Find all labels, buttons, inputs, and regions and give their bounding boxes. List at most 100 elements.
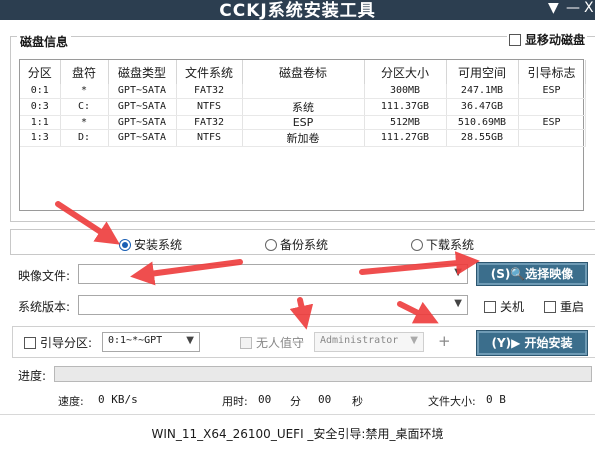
chevron-down-icon[interactable]: ▼ (454, 298, 462, 309)
chevron-down-icon[interactable]: ▼ (454, 267, 462, 278)
checkbox-icon[interactable] (240, 336, 252, 349)
table-cell: 1:3 (20, 129, 61, 147)
column-header[interactable]: 分区 (20, 60, 61, 84)
table-cell (518, 129, 586, 147)
table-row[interactable]: 0:3 C: GPT~SATA NTFS 系统 111.37GB 36.47GB (20, 98, 586, 116)
close-button[interactable]: X (584, 0, 594, 16)
dropdown-icon[interactable]: ▼ (548, 0, 559, 16)
column-header[interactable]: 文件系统 (176, 60, 243, 84)
radio-icon[interactable] (411, 238, 423, 251)
download-system-radio[interactable]: 下载系统 (411, 236, 474, 253)
unattended-label: 无人值守 (256, 336, 305, 350)
table-row[interactable]: 0:1 * GPT~SATA FAT32 300MB 247.1MB ESP (20, 84, 586, 99)
file-size-label: 文件大小: (428, 395, 476, 408)
table-cell: 111.37GB (364, 98, 447, 116)
unattended-checkbox[interactable]: 无人值守 (240, 334, 304, 351)
column-header[interactable]: 盘符 (60, 60, 109, 84)
table-row[interactable]: 1:3 D: GPT~SATA NTFS 新加卷 111.27GB 28.55G… (20, 129, 586, 147)
system-version-label: 系统版本: (18, 300, 71, 314)
column-header[interactable]: 磁盘类型 (108, 60, 177, 84)
table-cell: FAT32 (176, 84, 243, 99)
table-cell: GPT~SATA (108, 115, 177, 130)
table-cell: 512MB (364, 115, 447, 130)
checkbox-icon[interactable] (24, 336, 36, 349)
show-usb-disk-label: 显移动磁盘 (524, 33, 585, 47)
backup-system-label: 备份系统 (280, 238, 329, 252)
disk-table[interactable]: 分区 盘符 磁盘类型 文件系统 磁盘卷标 分区大小 可用空间 引导标志 0:1 … (19, 59, 586, 211)
disk-info-group: 磁盘信息 显移动磁盘 分区 盘符 磁盘类型 文件系统 磁盘卷标 分区大小 可用空… (10, 31, 595, 222)
table-cell: C: (60, 98, 109, 116)
speed-label: 速度: (58, 395, 84, 408)
column-header[interactable]: 分区大小 (364, 60, 447, 84)
checkbox-icon[interactable] (508, 33, 521, 46)
elapsed-minutes: 00 (258, 393, 272, 406)
shutdown-label: 关机 (500, 300, 525, 314)
table-cell: 系统 (242, 98, 365, 116)
window-title: CCKJ系统安装工具 (219, 1, 376, 21)
file-size-value: 0 B (486, 393, 506, 406)
checkbox-icon[interactable] (544, 300, 556, 313)
table-cell: D: (60, 129, 109, 147)
image-file-select[interactable]: ▼ (78, 264, 468, 284)
minimize-button[interactable]: — (566, 0, 580, 16)
table-cell: 0:3 (20, 98, 61, 116)
progress-label: 进度: (18, 369, 47, 383)
footer-divider (0, 414, 595, 415)
table-cell: GPT~SATA (108, 98, 177, 116)
table-cell: 1:1 (20, 115, 61, 130)
checkbox-icon[interactable] (484, 300, 496, 313)
table-cell: 111.27GB (364, 129, 447, 147)
table-cell: * (60, 84, 109, 99)
table-cell: 300MB (364, 84, 447, 99)
select-image-button[interactable]: (S)🔍选择映像 (476, 262, 588, 286)
image-file-label: 映像文件: (18, 269, 71, 283)
table-cell: 36.47GB (446, 98, 519, 116)
shutdown-checkbox[interactable]: 关机 (484, 298, 524, 315)
table-cell (518, 98, 586, 116)
table-cell: 28.55GB (446, 129, 519, 147)
table-cell: 0:1 (20, 84, 61, 99)
minutes-unit: 分 (290, 395, 301, 408)
add-icon[interactable]: + (438, 332, 451, 350)
chevron-down-icon[interactable]: ▼ (410, 335, 418, 346)
account-select[interactable]: Administrator ▼ (314, 332, 424, 352)
start-install-button[interactable]: (Y)▶ 开始安装 (476, 330, 588, 356)
restart-checkbox[interactable]: 重启 (544, 298, 584, 315)
table-cell: 新加卷 (242, 129, 365, 147)
column-header[interactable]: 引导标志 (518, 60, 586, 84)
table-cell: ESP (518, 84, 586, 99)
table-cell: FAT32 (176, 115, 243, 130)
seconds-unit: 秒 (352, 395, 363, 408)
table-row[interactable]: 1:1 * GPT~SATA FAT32 ESP 512MB 510.69MB … (20, 115, 586, 130)
table-cell: ESP (242, 115, 365, 130)
boot-partition-label: 引导分区: (40, 336, 93, 350)
column-header[interactable]: 可用空间 (446, 60, 519, 84)
table-header-row: 分区 盘符 磁盘类型 文件系统 磁盘卷标 分区大小 可用空间 引导标志 (20, 60, 586, 84)
table-cell: ESP (518, 115, 586, 130)
radio-icon[interactable] (265, 238, 277, 251)
elapsed-label: 用时: (222, 395, 248, 408)
backup-system-radio[interactable]: 备份系统 (265, 236, 328, 253)
table-cell: GPT~SATA (108, 84, 177, 99)
boot-partition-checkbox[interactable]: 引导分区: (24, 334, 92, 351)
table-cell (242, 84, 365, 99)
table-cell: GPT~SATA (108, 129, 177, 147)
status-footer: WIN_11_X64_26100_UEFI _安全引导:禁用_桌面环境 (151, 427, 444, 441)
table-cell: 510.69MB (446, 115, 519, 130)
table-cell: 247.1MB (446, 84, 519, 99)
table-cell: * (60, 115, 109, 130)
elapsed-seconds: 00 (318, 393, 332, 406)
system-version-select[interactable]: ▼ (78, 295, 468, 315)
speed-value: 0 KB/s (98, 393, 138, 406)
boot-partition-select[interactable]: 0:1~*~GPT ▼ (102, 332, 200, 352)
chevron-down-icon[interactable]: ▼ (186, 335, 194, 346)
install-system-radio[interactable]: 安装系统 (119, 236, 182, 253)
radio-selected-icon[interactable] (119, 238, 131, 251)
title-bar: CCKJ系统安装工具 ▼ — X (0, 0, 595, 21)
table-cell: NTFS (176, 98, 243, 116)
column-header[interactable]: 磁盘卷标 (242, 60, 365, 84)
install-system-label: 安装系统 (134, 238, 183, 252)
show-usb-disk-checkbox[interactable]: 显移动磁盘 (506, 31, 587, 48)
account-value: Administrator (320, 335, 399, 346)
boot-partition-value: 0:1~*~GPT (108, 335, 163, 346)
